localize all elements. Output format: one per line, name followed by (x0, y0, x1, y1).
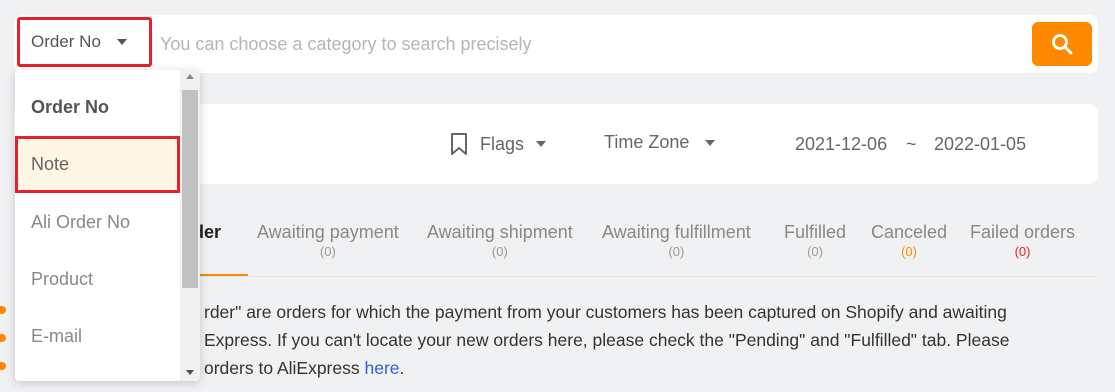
tab-count: (0) (319, 244, 336, 259)
dropdown-scrollbar[interactable] (180, 70, 200, 381)
chevron-down-icon (536, 141, 547, 147)
orange-marker (0, 306, 6, 314)
orange-marker (0, 362, 6, 370)
timezone-filter[interactable]: Time Zone (604, 132, 716, 153)
dropdown-item-product[interactable]: Product (15, 251, 180, 308)
search-category-select[interactable]: Order No (17, 17, 152, 67)
search-icon (1052, 34, 1073, 55)
scroll-thumb[interactable] (182, 90, 198, 288)
search-category-label: Order No (31, 32, 101, 51)
tab-label: Fulfilled (784, 222, 847, 242)
dropdown-item-email[interactable]: E-mail (15, 308, 180, 365)
scroll-up-icon[interactable] (186, 74, 194, 79)
tab-awaiting-payment[interactable]: Awaiting payment (0) (257, 222, 399, 259)
date-separator: ~ (906, 134, 917, 154)
date-start[interactable]: 2021-12-06 (795, 134, 887, 155)
here-link[interactable]: here (364, 358, 399, 378)
bookmark-icon (451, 133, 467, 155)
flags-filter[interactable]: Flags (448, 132, 547, 156)
tab-failed-orders[interactable]: Failed orders (0) (970, 222, 1075, 259)
tab-label: Awaiting shipment (427, 222, 573, 242)
search-button[interactable] (1032, 22, 1092, 66)
category-dropdown: Order No Note Ali Order No Product E-mai… (15, 70, 200, 381)
chevron-down-icon (116, 39, 127, 45)
tab-count: (0) (491, 244, 508, 259)
timezone-label: Time Zone (604, 132, 690, 152)
tab-label: Failed orders (970, 222, 1076, 242)
description-line: Express. If you can't locate your new or… (204, 330, 1010, 350)
tab-count: (0) (1014, 244, 1031, 259)
tab-awaiting-shipment[interactable]: Awaiting shipment (0) (427, 222, 573, 259)
search-bar: Order No (14, 15, 1098, 73)
tab-count: (0) (901, 244, 917, 259)
tab-count: (0) (668, 244, 685, 259)
flags-label: Flags (480, 133, 525, 154)
date-end[interactable]: 2022-01-05 (934, 134, 1026, 155)
search-input[interactable] (160, 25, 1020, 63)
tab-label: Awaiting fulfillment (602, 222, 751, 242)
tab-awaiting-fulfillment[interactable]: Awaiting fulfillment (0) (602, 222, 751, 259)
description-line: rder" are orders for which the payment f… (204, 302, 1007, 322)
tab-label: Canceled (871, 222, 948, 242)
dropdown-item-order-no[interactable]: Order No (15, 79, 180, 136)
dropdown-item-ali-order-no[interactable]: Ali Order No (15, 194, 180, 251)
chevron-down-icon (705, 139, 716, 146)
scroll-down-icon[interactable] (186, 370, 194, 375)
tab-canceled[interactable]: Canceled (0) (871, 222, 947, 259)
tab-fulfilled[interactable]: Fulfilled (0) (784, 222, 846, 259)
orange-marker (0, 334, 6, 342)
description-text: orders to AliExpress (204, 358, 365, 378)
tab-count: (0) (807, 244, 823, 259)
description-line: orders to AliExpress here. (204, 354, 404, 382)
tab-label: Awaiting payment (257, 222, 399, 242)
description-text: . (399, 358, 405, 378)
dropdown-item-note[interactable]: Note (15, 136, 180, 193)
